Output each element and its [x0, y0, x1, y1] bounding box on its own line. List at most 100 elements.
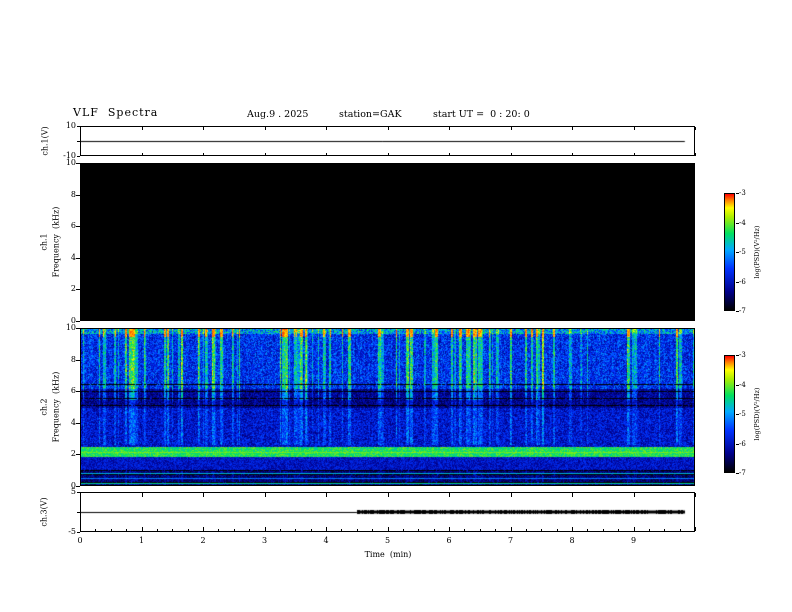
minor-tick-mark	[156, 529, 158, 531]
tick-mark	[633, 153, 635, 156]
x-tick-label: 9	[630, 536, 637, 545]
minor-tick-mark	[249, 529, 251, 531]
minor-tick-mark	[648, 529, 650, 531]
minor-tick-mark	[95, 529, 97, 531]
ch3-voltage-trace	[81, 493, 694, 531]
start-ut-label: start UT = 0 : 20: 0	[433, 109, 530, 120]
minor-tick-mark	[556, 529, 558, 531]
minor-tick-mark	[495, 529, 497, 531]
tick-mark	[76, 257, 80, 259]
colorbar-tick-mark	[736, 473, 739, 474]
tick-mark	[387, 153, 389, 156]
tick-mark	[76, 328, 80, 329]
colorbar-tick-mark	[736, 384, 739, 386]
tick-mark	[80, 127, 81, 130]
tick-mark	[203, 493, 204, 497]
minor-tick-mark	[233, 529, 235, 531]
ch1-spectrogram	[81, 164, 694, 320]
x-tick-label: 0	[77, 536, 83, 545]
tick-mark	[76, 454, 80, 456]
ch2spec-channel-label: ch.2	[39, 398, 49, 416]
minor-tick-mark	[310, 529, 312, 531]
minor-tick-mark	[279, 529, 281, 531]
tick-mark	[76, 163, 80, 164]
figure-title: VLF Spectra	[73, 106, 159, 119]
colorbar-tick-mark	[736, 222, 739, 224]
ch2spec-ytick-label: 6	[70, 386, 76, 396]
tick-mark	[80, 493, 81, 497]
ch2spec-freq-axis-label: Frequency (kHz)	[51, 371, 61, 443]
ch1-voltage-trace	[81, 127, 694, 155]
tick-mark	[203, 127, 204, 130]
ch1-voltage-panel	[80, 126, 695, 156]
tick-mark	[449, 527, 450, 531]
tick-mark	[387, 527, 389, 531]
tick-mark	[141, 493, 143, 497]
minor-tick-mark	[479, 529, 481, 531]
tick-mark	[76, 194, 80, 196]
tick-mark	[695, 127, 696, 130]
tick-mark	[633, 127, 635, 130]
minor-tick-mark	[464, 529, 466, 531]
x-tick-label: 7	[507, 536, 514, 545]
tick-mark	[264, 153, 266, 156]
minor-tick-mark	[618, 529, 620, 531]
colorbar-tick-mark	[736, 414, 739, 415]
ch3v-ymin-label: -5	[68, 527, 76, 536]
ch1-colorbar-label: log(PSD)(V²/Hz)	[753, 225, 761, 279]
tick-mark	[510, 127, 512, 130]
ch2spec-ytick-label: 8	[70, 354, 76, 364]
tick-mark	[141, 527, 143, 531]
tick-mark	[633, 493, 635, 497]
tick-mark	[80, 527, 81, 531]
ch2-colorbar-label: log(PSD)(V²/Hz)	[753, 387, 761, 441]
tick-mark	[387, 127, 389, 130]
ch2spec-ytick-label: 2	[70, 449, 76, 459]
ch2spec-ytick-label: 0	[70, 481, 76, 490]
ch1-colorbar	[724, 193, 735, 311]
station-label: station=GAK	[339, 109, 402, 120]
minor-tick-mark	[664, 529, 666, 531]
colorbar-tick-label: -7	[739, 469, 746, 477]
minor-tick-mark	[402, 529, 404, 531]
ch1-spectrogram-panel	[80, 163, 695, 321]
colorbar-tick-mark	[736, 193, 739, 194]
minor-tick-mark	[602, 529, 604, 531]
colorbar-tick-label: -6	[739, 439, 746, 448]
tick-mark	[76, 359, 80, 361]
tick-mark	[264, 527, 266, 531]
ch2-spectrogram	[81, 329, 694, 485]
colorbar-tick-label: -4	[739, 380, 746, 389]
tick-mark	[326, 127, 327, 130]
minor-tick-mark	[433, 529, 435, 531]
tick-mark	[572, 153, 573, 156]
tick-mark	[387, 493, 389, 497]
ch1spec-ytick-label: 4	[70, 252, 76, 262]
ch1spec-ytick-label: 8	[70, 189, 76, 199]
colorbar-tick-label: -6	[739, 277, 746, 286]
tick-mark	[76, 289, 80, 291]
tick-mark	[76, 391, 80, 393]
ch1spec-ytick-label: 6	[70, 221, 76, 231]
ch2-colorbar	[724, 355, 735, 473]
minor-tick-mark	[525, 529, 527, 531]
minor-tick-mark	[541, 529, 543, 531]
x-tick-label: 1	[138, 536, 145, 545]
minor-tick-mark	[341, 529, 343, 531]
tick-mark	[77, 126, 80, 127]
tick-mark	[449, 493, 450, 497]
colorbar-tick-label: -3	[739, 189, 746, 197]
minor-tick-mark	[587, 529, 589, 531]
ch1spec-channel-label: ch.1	[39, 233, 49, 251]
x-tick-label: 2	[200, 536, 206, 545]
tick-mark	[264, 127, 266, 130]
x-tick-label: 4	[323, 536, 329, 545]
tick-mark	[76, 422, 80, 424]
colorbar-tick-label: -3	[739, 351, 746, 359]
tick-mark	[633, 527, 635, 531]
minor-tick-mark	[110, 529, 112, 531]
tick-mark	[695, 153, 696, 156]
minor-tick-mark	[187, 529, 189, 531]
tick-mark	[326, 153, 327, 156]
tick-mark	[203, 153, 204, 156]
